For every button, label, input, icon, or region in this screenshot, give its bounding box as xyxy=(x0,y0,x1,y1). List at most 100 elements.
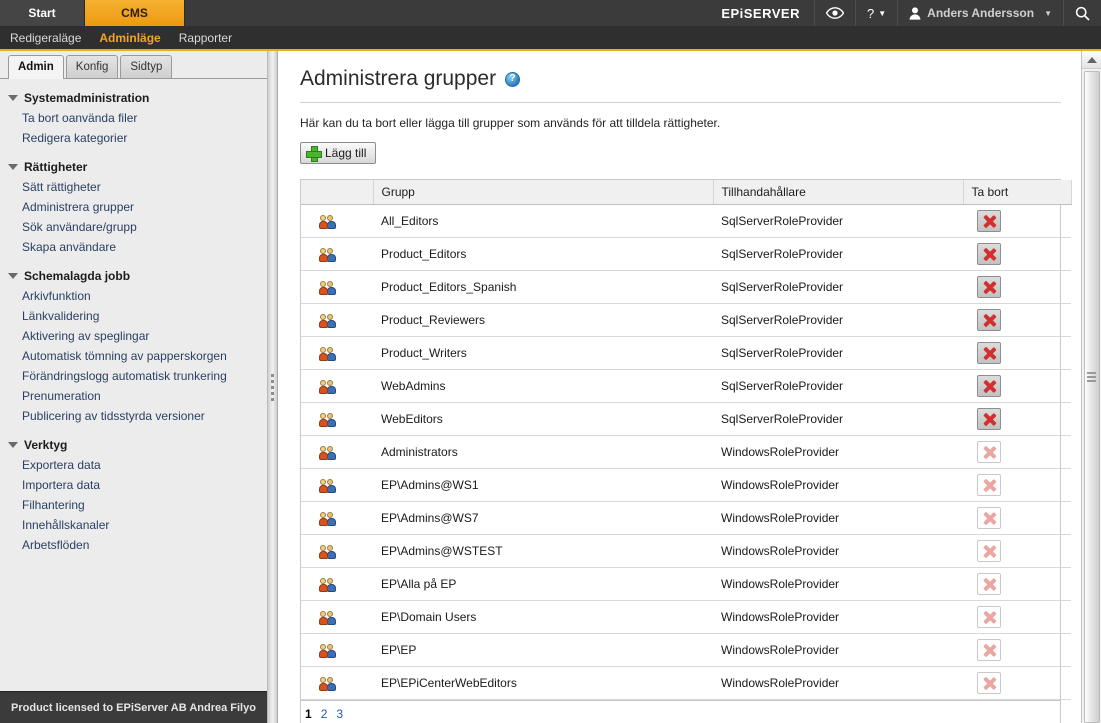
scrollbar-thumb[interactable] xyxy=(1083,71,1100,723)
sidebar-item-prenumeration[interactable]: Prenumeration xyxy=(0,386,267,406)
column-header-icon xyxy=(301,180,374,205)
provider-cell: WindowsRoleProvider xyxy=(713,666,963,700)
eye-icon[interactable] xyxy=(814,0,855,26)
groups-table-container: Grupp Tillhandahållare Ta bort All_Edito… xyxy=(300,179,1072,723)
sidebar: Admin Konfig Sidtyp Systemadministration… xyxy=(0,51,268,723)
column-header-provider: Tillhandahållare xyxy=(713,180,964,205)
chevron-up-icon xyxy=(1086,56,1097,63)
sidebar-item-ta-bort-oanvända-filer[interactable]: Ta bort oanvända filer xyxy=(0,108,267,128)
provider-cell: SqlServerRoleProvider xyxy=(713,270,963,304)
close-icon xyxy=(983,380,996,393)
delete-group-button[interactable] xyxy=(977,309,1001,331)
delete-group-button[interactable] xyxy=(977,342,1001,364)
delete-group-button[interactable] xyxy=(977,243,1001,265)
global-tab-start[interactable]: Start xyxy=(0,0,85,26)
provider-cell: SqlServerRoleProvider xyxy=(713,303,963,337)
nav-adminlage[interactable]: Adminläge xyxy=(99,31,160,45)
group-name-cell: Administrators xyxy=(373,435,713,469)
chevron-down-icon xyxy=(8,95,18,101)
group-icon-cell xyxy=(301,369,373,403)
sidebar-item-importera-data[interactable]: Importera data xyxy=(0,475,267,495)
table-row: EP\EPiCenterWebEditors WindowsRoleProvide… xyxy=(301,666,1071,700)
help-icon[interactable]: ? xyxy=(505,71,521,87)
scrollbar-grip-icon xyxy=(1087,372,1096,382)
title-divider xyxy=(300,102,1061,103)
delete-group-button xyxy=(977,507,1001,529)
sidebar-item-förändringslogg-automatisk-trunkering[interactable]: Förändringslogg automatisk trunkering xyxy=(0,366,267,386)
nav-rapporter[interactable]: Rapporter xyxy=(179,31,232,45)
sidebar-item-publicering-av-tidsstyrda-versioner[interactable]: Publicering av tidsstyrda versioner xyxy=(0,406,267,426)
search-icon[interactable] xyxy=(1063,0,1101,26)
delete-cell xyxy=(963,237,1071,271)
delete-cell xyxy=(963,534,1071,568)
page-link-2[interactable]: 2 xyxy=(321,707,328,721)
nav-redigeralage[interactable]: Redigeraläge xyxy=(10,31,81,45)
sidebar-group-header[interactable]: Schemalagda jobb xyxy=(0,266,267,286)
delete-group-button[interactable] xyxy=(977,210,1001,232)
sidebar-group-header[interactable]: Systemadministration xyxy=(0,88,267,108)
table-row: Administrators WindowsRoleProvider xyxy=(301,435,1071,469)
sidebar-resizer[interactable] xyxy=(268,51,278,723)
provider-cell: WindowsRoleProvider xyxy=(713,468,963,502)
delete-group-button[interactable] xyxy=(977,276,1001,298)
close-icon xyxy=(983,479,996,492)
delete-cell xyxy=(963,666,1071,700)
mode-navigation: Redigeraläge Adminläge Rapporter xyxy=(0,26,1101,51)
sidebar-group-spacer xyxy=(0,148,267,157)
table-row: WebEditors SqlServerRoleProvider xyxy=(301,402,1071,436)
group-icon-cell xyxy=(301,468,373,502)
close-icon xyxy=(983,446,996,459)
close-icon xyxy=(983,281,996,294)
group-name-cell: Product_Reviewers xyxy=(373,303,713,337)
group-name-cell: Product_Editors_Spanish xyxy=(373,270,713,304)
chevron-down-icon xyxy=(8,442,18,448)
sidebar-item-sök-användare-grupp[interactable]: Sök användare/grupp xyxy=(0,217,267,237)
tab-admin[interactable]: Admin xyxy=(8,55,64,79)
sidebar-item-sätt-rättigheter[interactable]: Sätt rättigheter xyxy=(0,177,267,197)
global-header: Start CMS EPiSERVER ? ▼ Anders Andersson… xyxy=(0,0,1101,26)
sidebar-item-redigera-kategorier[interactable]: Redigera kategorier xyxy=(0,128,267,148)
delete-group-button[interactable] xyxy=(977,375,1001,397)
sidebar-item-filhantering[interactable]: Filhantering xyxy=(0,495,267,515)
sidebar-item-exportera-data[interactable]: Exportera data xyxy=(0,455,267,475)
user-menu-button[interactable]: Anders Andersson ▼ xyxy=(897,0,1063,26)
sidebar-group-label: Systemadministration xyxy=(24,91,150,105)
group-icon-cell xyxy=(301,501,373,535)
tab-konfig[interactable]: Konfig xyxy=(65,55,119,78)
close-icon xyxy=(983,512,996,525)
sidebar-item-arbetsflöden[interactable]: Arbetsflöden xyxy=(0,535,267,555)
sidebar-item-innehållskanaler[interactable]: Innehållskanaler xyxy=(0,515,267,535)
sidebar-group-header[interactable]: Verktyg xyxy=(0,435,267,455)
group-name-cell: EP\Admins@WS1 xyxy=(373,468,713,502)
delete-group-button xyxy=(977,573,1001,595)
delete-group-button[interactable] xyxy=(977,408,1001,430)
global-tab-cms[interactable]: CMS xyxy=(85,0,185,26)
sidebar-item-arkivfunktion[interactable]: Arkivfunktion xyxy=(0,286,267,306)
page-title: Administrera grupper ? xyxy=(300,67,1061,91)
provider-cell: WindowsRoleProvider xyxy=(713,567,963,601)
vertical-scrollbar[interactable] xyxy=(1081,51,1101,723)
group-icon-cell xyxy=(301,270,373,304)
add-group-button[interactable]: Lägg till xyxy=(300,142,377,164)
group-icon-cell xyxy=(301,237,373,271)
close-icon xyxy=(983,611,996,624)
sidebar-item-länkvalidering[interactable]: Länkvalidering xyxy=(0,306,267,326)
help-menu-button[interactable]: ? ▼ xyxy=(855,0,897,26)
provider-cell: SqlServerRoleProvider xyxy=(713,204,963,238)
group-icon-cell xyxy=(301,402,373,436)
groups-table: Grupp Tillhandahållare Ta bort All_Edito… xyxy=(301,180,1072,700)
add-group-label: Lägg till xyxy=(325,146,367,160)
sidebar-group-header[interactable]: Rättigheter xyxy=(0,157,267,177)
delete-group-button xyxy=(977,540,1001,562)
sidebar-item-administrera-grupper[interactable]: Administrera grupper xyxy=(0,197,267,217)
tab-sidtyp[interactable]: Sidtyp xyxy=(120,55,173,78)
delete-cell xyxy=(963,270,1071,304)
group-icon-cell xyxy=(301,633,373,667)
sidebar-item-aktivering-av-speglingar[interactable]: Aktivering av speglingar xyxy=(0,326,267,346)
page-link-3[interactable]: 3 xyxy=(336,707,343,721)
sidebar-group-label: Schemalagda jobb xyxy=(24,269,131,283)
sidebar-item-skapa-användare[interactable]: Skapa användare xyxy=(0,237,267,257)
scroll-up-button[interactable] xyxy=(1081,51,1101,69)
header-actions: EPiSERVER ? ▼ Anders Andersson ▼ xyxy=(707,0,1101,26)
sidebar-item-automatisk-tömning-av-papperskorgen[interactable]: Automatisk tömning av papperskorgen xyxy=(0,346,267,366)
